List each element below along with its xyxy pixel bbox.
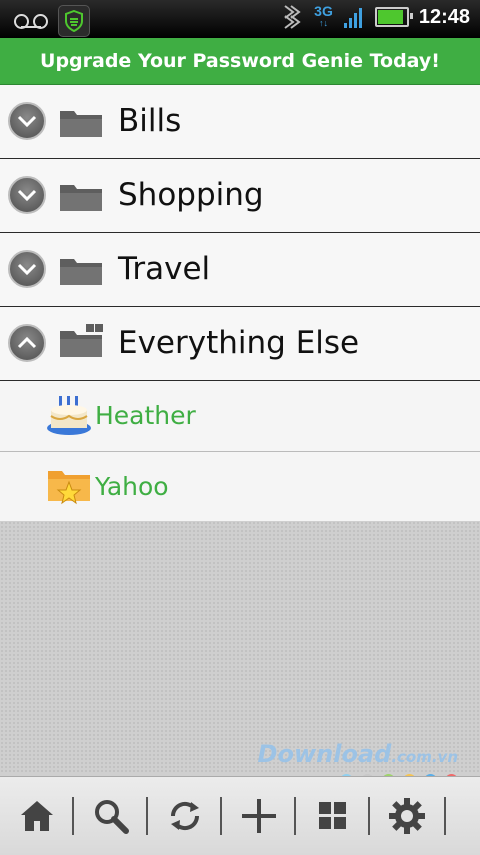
folder-row-shopping[interactable]: Shopping bbox=[0, 159, 480, 233]
add-button[interactable] bbox=[222, 777, 296, 855]
lookout-shield-icon bbox=[58, 5, 90, 37]
folder-icon bbox=[60, 185, 102, 211]
folder-row-bills[interactable]: Bills bbox=[0, 85, 480, 159]
chevron-down-icon bbox=[17, 263, 37, 276]
expand-toggle-button[interactable] bbox=[8, 250, 46, 288]
search-icon bbox=[95, 800, 129, 834]
expand-toggle-button[interactable] bbox=[8, 176, 46, 214]
folder-icon bbox=[60, 111, 102, 137]
collapse-toggle-button[interactable] bbox=[8, 324, 46, 362]
entry-row-yahoo[interactable]: Yahoo bbox=[0, 452, 480, 522]
folder-label: Everything Else bbox=[118, 325, 360, 361]
sync-icon bbox=[170, 801, 200, 831]
add-icon bbox=[242, 799, 276, 833]
chevron-down-icon bbox=[17, 189, 37, 202]
watermark: Download.com.vn bbox=[258, 740, 458, 768]
grid-icon bbox=[319, 802, 346, 829]
signal-icon bbox=[343, 8, 362, 28]
entry-label: Heather bbox=[95, 401, 196, 430]
battery-level bbox=[377, 10, 404, 24]
home-icon bbox=[21, 801, 53, 831]
watermark-text: Download bbox=[257, 740, 392, 768]
folder-label: Bills bbox=[118, 103, 182, 139]
3g-icon: 3G ↑↓ bbox=[314, 3, 333, 28]
entry-label: Yahoo bbox=[95, 472, 169, 501]
settings-icon bbox=[389, 798, 425, 834]
clock: 12:48 bbox=[418, 5, 470, 28]
watermark-suffix: .com.vn bbox=[391, 748, 458, 766]
birthday-cake-icon bbox=[47, 396, 91, 435]
folder-label: Shopping bbox=[118, 177, 264, 213]
entry-row-heather[interactable]: Heather bbox=[0, 381, 480, 452]
settings-button[interactable] bbox=[370, 777, 446, 855]
folder-label: Travel bbox=[118, 251, 211, 287]
open-folder-icon bbox=[60, 324, 103, 357]
folder-list: Bills Shopping Travel Everything Else He… bbox=[0, 85, 480, 522]
upgrade-banner[interactable]: Upgrade Your Password Genie Today! bbox=[0, 38, 480, 85]
sync-button[interactable] bbox=[148, 777, 222, 855]
folder-row-travel[interactable]: Travel bbox=[0, 233, 480, 307]
search-button[interactable] bbox=[74, 777, 148, 855]
voicemail-icon bbox=[14, 14, 48, 29]
chevron-up-icon bbox=[17, 336, 37, 349]
folder-icon bbox=[60, 259, 102, 285]
expand-toggle-button[interactable] bbox=[8, 102, 46, 140]
star-folder-icon bbox=[48, 471, 90, 505]
data-sync-icon bbox=[284, 5, 301, 29]
categories-button[interactable] bbox=[296, 777, 370, 855]
folder-row-everything-else[interactable]: Everything Else bbox=[0, 307, 480, 381]
chevron-down-icon bbox=[17, 115, 37, 128]
empty-background bbox=[0, 521, 480, 774]
bottom-toolbar bbox=[0, 776, 480, 855]
status-bar: 3G ↑↓ 12:48 bbox=[0, 0, 480, 38]
home-button[interactable] bbox=[0, 777, 74, 855]
battery-icon bbox=[374, 7, 413, 27]
